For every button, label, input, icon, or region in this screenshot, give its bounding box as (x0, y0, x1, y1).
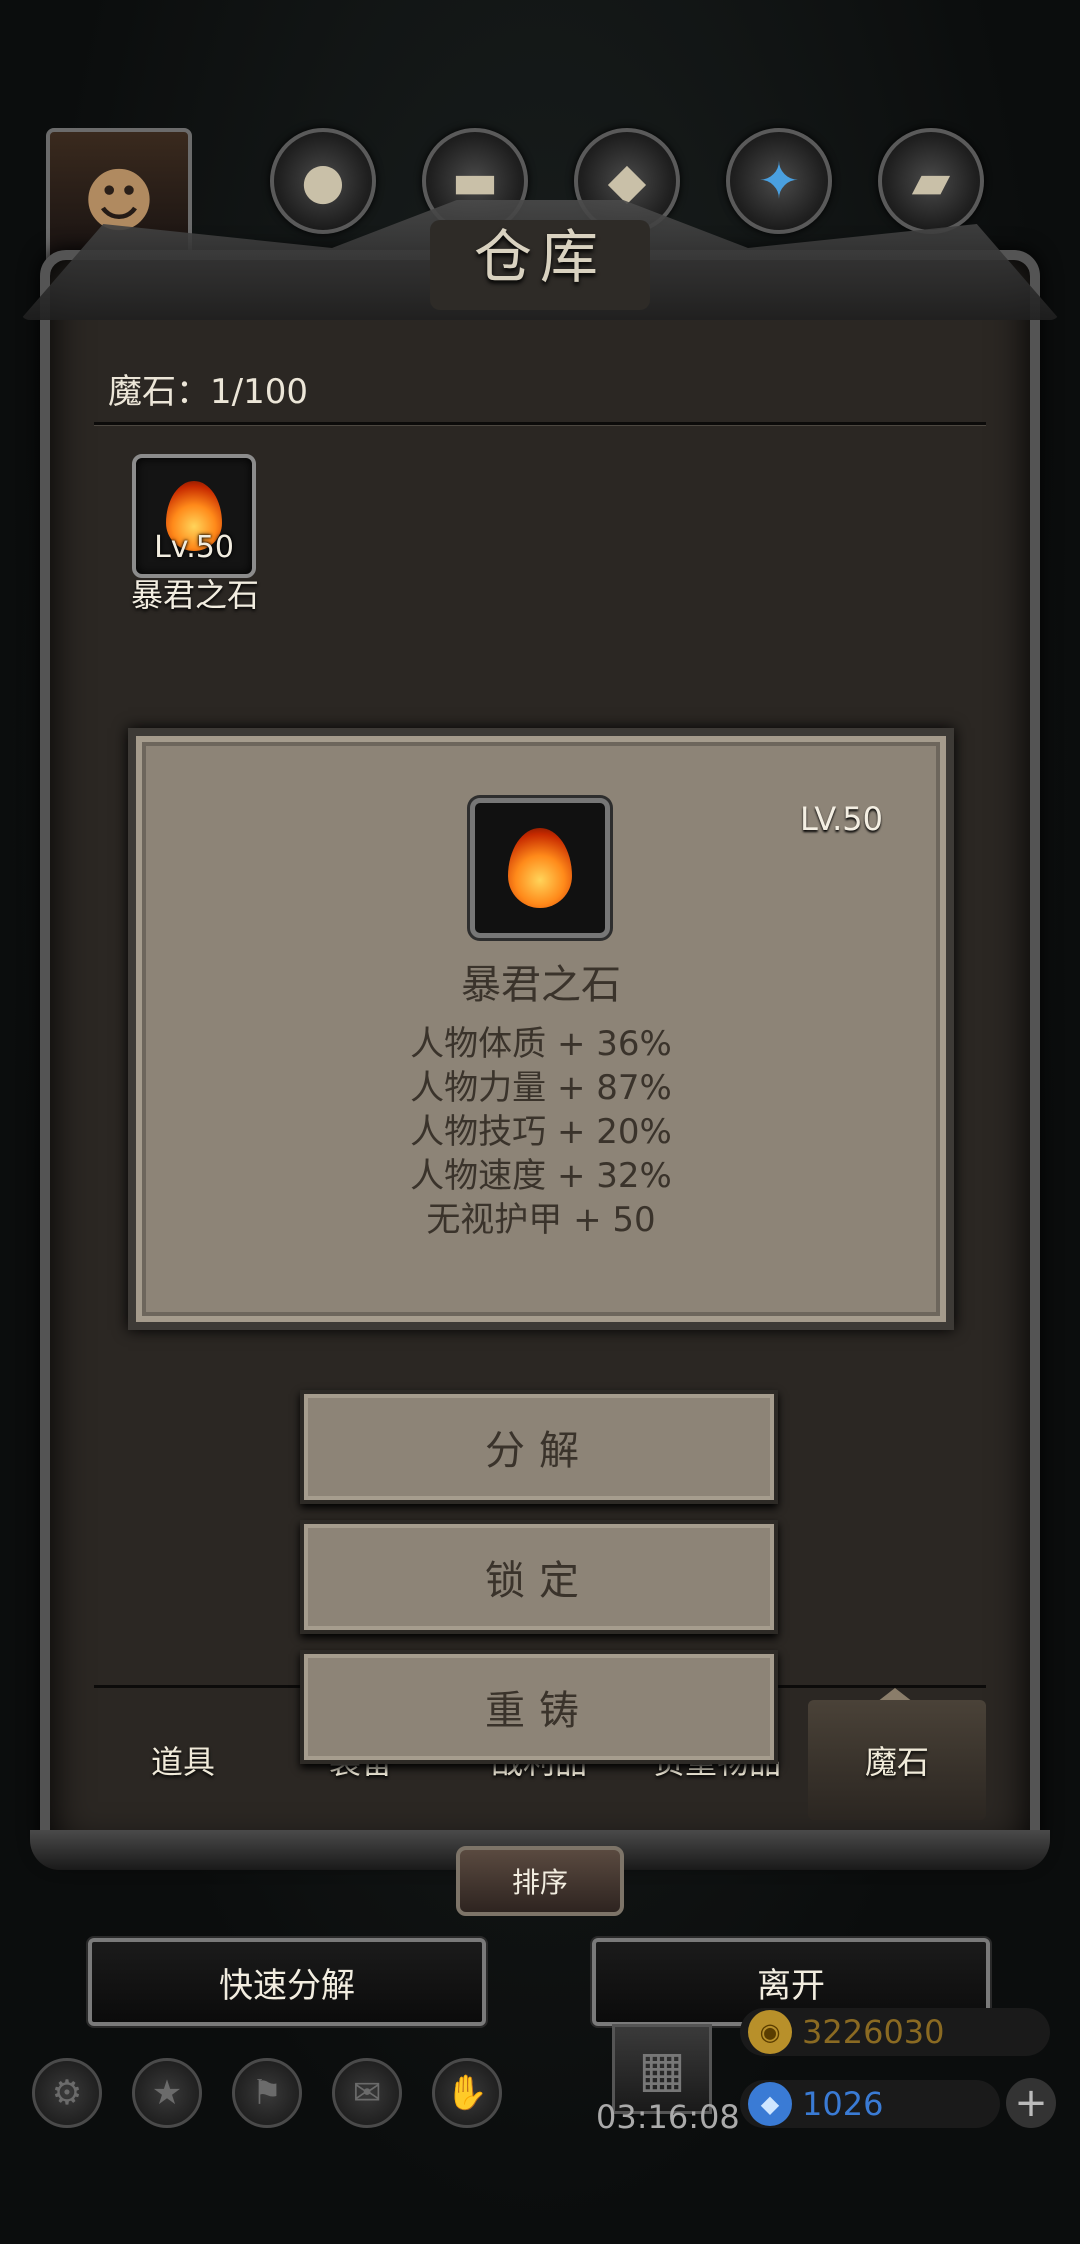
stat-list: 人物体质 + 36% 人物力量 + 87% 人物技巧 + 20% 人物速度 + … (140, 1022, 942, 1242)
sort-button[interactable]: 排序 (456, 1846, 624, 1916)
tab-items[interactable]: 道具 (94, 1700, 272, 1820)
gold-coin-icon: ◉ (748, 2010, 792, 2054)
quick-decompose-button[interactable]: 快速分解 (88, 1938, 486, 2026)
guild-icon[interactable]: ⚑ (232, 2058, 302, 2128)
settings-icon[interactable]: ⚙ (32, 2058, 102, 2128)
detail-item-name: 暴君之石 (461, 962, 621, 1008)
divider (94, 422, 986, 426)
handshake-icon[interactable]: ✋ (432, 2058, 502, 2128)
slot-level: Lv.50 (154, 530, 234, 565)
tab-magic-stones[interactable]: 魔石 (808, 1700, 986, 1820)
stat-line: 人物力量 + 87% (410, 1068, 672, 1108)
stat-line: 人物体质 + 36% (410, 1024, 672, 1064)
stat-line: 无视护甲 + 50 (426, 1200, 656, 1240)
lock-button[interactable]: 锁定 (300, 1520, 778, 1634)
gold-display: ◉ 3226030 (740, 2008, 1050, 2056)
gold-amount: 3226030 (802, 2013, 945, 2051)
star-icon[interactable]: ★ (132, 2058, 202, 2128)
stat-line: 人物技巧 + 20% (410, 1112, 672, 1152)
reforge-button[interactable]: 重铸 (300, 1650, 778, 1764)
decompose-button[interactable]: 分解 (300, 1390, 778, 1504)
stone-count: 魔石：1/100 (108, 372, 308, 412)
gem-amount: 1026 (802, 2085, 884, 2123)
gem-icon: ◆ (748, 2082, 792, 2126)
slot-item-name: 暴君之石 (130, 576, 259, 614)
add-currency-icon[interactable]: + (1006, 2078, 1056, 2128)
flame-stone-icon (508, 828, 572, 908)
stat-line: 人物速度 + 32% (410, 1156, 672, 1196)
detail-level: LV.50 (800, 800, 883, 838)
mail-icon[interactable]: ✉ (332, 2058, 402, 2128)
gift-timer: 03:16:08 (596, 2098, 740, 2136)
gem-display: ◆ 1026 (740, 2080, 1000, 2128)
detail-item-icon (470, 798, 610, 938)
panel-title: 仓库 (473, 223, 606, 291)
